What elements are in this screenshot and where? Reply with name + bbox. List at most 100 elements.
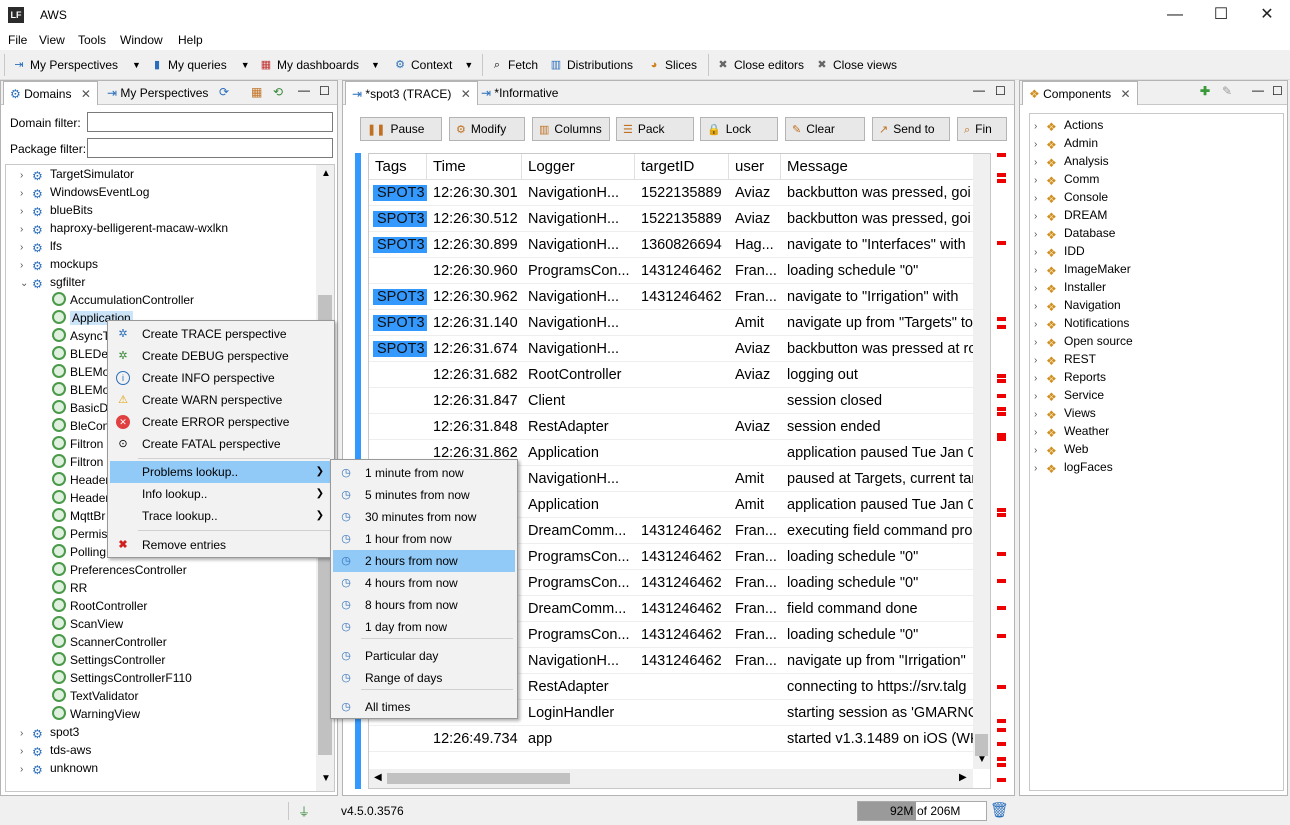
menu-problems-lookup[interactable]: Problems lookup.. ❯ bbox=[110, 461, 332, 483]
menu-tools[interactable]: Tools bbox=[78, 33, 106, 47]
menu-create-info-perspective[interactable]: i Create INFO perspective bbox=[110, 367, 332, 389]
component-row[interactable]: › ❖ Actions bbox=[1034, 116, 1274, 134]
problem-marker[interactable] bbox=[997, 412, 1006, 416]
send-to-button[interactable]: ↗ Send to bbox=[872, 117, 950, 141]
problem-marker[interactable] bbox=[997, 407, 1006, 411]
my-dashboards-button[interactable]: ▦ My dashboards ▼ bbox=[259, 57, 380, 73]
modify-button[interactable]: ⚙ Modify bbox=[449, 117, 525, 141]
table-row[interactable]: 12:26:31.848 RestAdapter Aviaz session ende… bbox=[369, 414, 973, 440]
menu-view[interactable]: View bbox=[39, 33, 65, 47]
component-row[interactable]: › ❖ Notifications bbox=[1034, 314, 1274, 332]
my-queries-button[interactable]: ▮ My queries ▼ bbox=[150, 57, 250, 73]
menu-create-warn-perspective[interactable]: ⚠ Create WARN perspective bbox=[110, 389, 332, 411]
edit-icon[interactable]: ✎ bbox=[1222, 84, 1232, 98]
table-row[interactable]: SPOT3 12:26:30.899 NavigationH... 136082669… bbox=[369, 232, 973, 258]
table-row[interactable]: SPOT3 12:26:31.140 NavigationH... Amit navig… bbox=[369, 310, 973, 336]
minimize-view-icon[interactable]: — bbox=[973, 83, 985, 97]
component-row[interactable]: › ❖ IDD bbox=[1034, 242, 1274, 260]
minimize-button[interactable]: — bbox=[1152, 0, 1198, 30]
problem-marker[interactable] bbox=[997, 179, 1006, 183]
lock-button[interactable]: 🔒 Lock bbox=[700, 117, 778, 141]
fetch-button[interactable]: ⌕ Fetch bbox=[490, 57, 538, 73]
package-filter-input[interactable] bbox=[87, 138, 333, 158]
table-row[interactable]: 12:26:30.960 ProgramsCon... 1431246462 Fran… bbox=[369, 258, 973, 284]
problem-marker[interactable] bbox=[997, 757, 1006, 761]
menu-window[interactable]: Window bbox=[120, 33, 163, 47]
component-row[interactable]: › ❖ ImageMaker bbox=[1034, 260, 1274, 278]
menu-create-debug-perspective[interactable]: ✲ Create DEBUG perspective bbox=[110, 345, 332, 367]
component-row[interactable]: › ❖ logFaces bbox=[1034, 458, 1274, 476]
tab-informative[interactable]: ⇥ *Informative bbox=[475, 81, 564, 105]
problem-marker[interactable] bbox=[997, 153, 1006, 157]
my-perspectives-button[interactable]: ⇥ My Perspectives ▼ bbox=[12, 57, 141, 73]
tree-class-row[interactable]: WarningView bbox=[52, 705, 312, 723]
tree-domain-row[interactable]: › ⚙ blueBits bbox=[20, 201, 310, 219]
problem-marker[interactable] bbox=[997, 241, 1006, 245]
pack-button[interactable]: ☰ Pack bbox=[616, 117, 694, 141]
tree-domain-row[interactable]: › ⚙ unknown bbox=[20, 759, 310, 777]
problem-marker[interactable] bbox=[997, 437, 1006, 441]
scroll-down-icon[interactable]: ▼ bbox=[977, 754, 987, 765]
add-icon[interactable]: ✚ bbox=[1200, 84, 1210, 98]
tree-class-row[interactable]: ScannerController bbox=[52, 633, 312, 651]
menu-create-error-perspective[interactable]: ✕ Create ERROR perspective bbox=[110, 411, 332, 433]
component-row[interactable]: › ❖ Web bbox=[1034, 440, 1274, 458]
menu-file[interactable]: File bbox=[8, 33, 27, 47]
domain-filter-input[interactable] bbox=[87, 112, 333, 132]
tree-class-row[interactable]: RR bbox=[52, 579, 312, 597]
chevron-right-icon[interactable]: › bbox=[20, 761, 32, 779]
component-row[interactable]: › ❖ Service bbox=[1034, 386, 1274, 404]
scroll-down-icon[interactable]: ▼ bbox=[321, 773, 331, 784]
refresh-icon[interactable]: ⟲ bbox=[273, 85, 283, 99]
chevron-down-icon[interactable]: ⌄ bbox=[20, 275, 32, 293]
chevron-right-icon[interactable]: › bbox=[1034, 460, 1046, 478]
maximize-view-icon[interactable]: ☐ bbox=[319, 84, 330, 98]
tree-class-row[interactable]: PreferencesController bbox=[52, 561, 312, 579]
submenu-item[interactable]: ◷ 30 minutes from now bbox=[333, 506, 515, 528]
minimize-view-icon[interactable]: — bbox=[1252, 83, 1264, 97]
tree-domain-row[interactable]: › ⚙ tds-aws bbox=[20, 741, 310, 759]
tab-components[interactable]: ❖ Components ✕ bbox=[1022, 81, 1138, 105]
slices-button[interactable]: ◕ Slices bbox=[647, 57, 697, 73]
menu-trace-lookup[interactable]: Trace lookup.. ❯ bbox=[110, 505, 332, 527]
component-row[interactable]: › ❖ REST bbox=[1034, 350, 1274, 368]
grid-icon[interactable]: ▦ bbox=[251, 85, 262, 99]
column-message[interactable]: Message bbox=[781, 154, 981, 180]
problem-marker[interactable] bbox=[997, 173, 1006, 177]
scroll-left-icon[interactable]: ◀ bbox=[374, 772, 382, 783]
component-row[interactable]: › ❖ Installer bbox=[1034, 278, 1274, 296]
submenu-item[interactable]: ◷ 1 day from now bbox=[333, 616, 515, 638]
table-row[interactable]: SPOT3 12:26:31.674 NavigationH... Aviaz back… bbox=[369, 336, 976, 362]
menu-info-lookup[interactable]: Info lookup.. ❯ bbox=[110, 483, 332, 505]
close-editors-button[interactable]: ✖ Close editors bbox=[716, 57, 804, 73]
close-views-button[interactable]: ✖ Close views bbox=[815, 57, 897, 73]
menu-help[interactable]: Help bbox=[178, 33, 203, 47]
chevron-down-icon[interactable]: ▼ bbox=[464, 60, 473, 70]
tree-domain-row[interactable]: ⌄ ⚙ sgfilter bbox=[20, 273, 310, 291]
problem-marker[interactable] bbox=[997, 508, 1006, 512]
component-row[interactable]: › ❖ Navigation bbox=[1034, 296, 1274, 314]
tree-domain-row[interactable]: › ⚙ mockups bbox=[20, 255, 310, 273]
distributions-button[interactable]: ▥ Distributions bbox=[549, 57, 633, 73]
submenu-item[interactable]: ◷ All times bbox=[333, 696, 515, 718]
problem-marker[interactable] bbox=[997, 719, 1006, 723]
pause-button[interactable]: ❚❚ Pause bbox=[360, 117, 442, 141]
tree-domain-row[interactable]: › ⚙ WindowsEventLog bbox=[20, 183, 310, 201]
columns-button[interactable]: ▥ Columns bbox=[532, 117, 610, 141]
tree-domain-row[interactable]: › ⚙ spot3 bbox=[20, 723, 310, 741]
problem-marker[interactable] bbox=[997, 394, 1006, 398]
table-row[interactable]: SPOT3 12:26:30.512 NavigationH... 152213588… bbox=[369, 206, 973, 232]
table-row[interactable]: 12:26:49.734 app started v1.3.1489 on iOS … bbox=[369, 726, 976, 752]
tree-class-row[interactable]: TextValidator bbox=[52, 687, 312, 705]
submenu-item[interactable]: ◷ 1 hour from now bbox=[333, 528, 515, 550]
problem-marker[interactable] bbox=[997, 579, 1006, 583]
menu-create-trace-perspective[interactable]: ✲ Create TRACE perspective bbox=[110, 323, 332, 345]
problem-marker[interactable] bbox=[997, 606, 1006, 610]
tree-class-row[interactable]: RootController bbox=[52, 597, 312, 615]
problem-marker[interactable] bbox=[997, 763, 1006, 767]
maximize-view-icon[interactable]: ☐ bbox=[995, 84, 1006, 98]
tree-class-row[interactable]: SettingsControllerF110 bbox=[52, 669, 312, 687]
memory-gauge[interactable]: 92M of 206M bbox=[857, 801, 987, 821]
trash-icon[interactable]: 🗑 bbox=[990, 801, 1009, 819]
submenu-item[interactable]: ◷ Particular day bbox=[333, 645, 515, 667]
